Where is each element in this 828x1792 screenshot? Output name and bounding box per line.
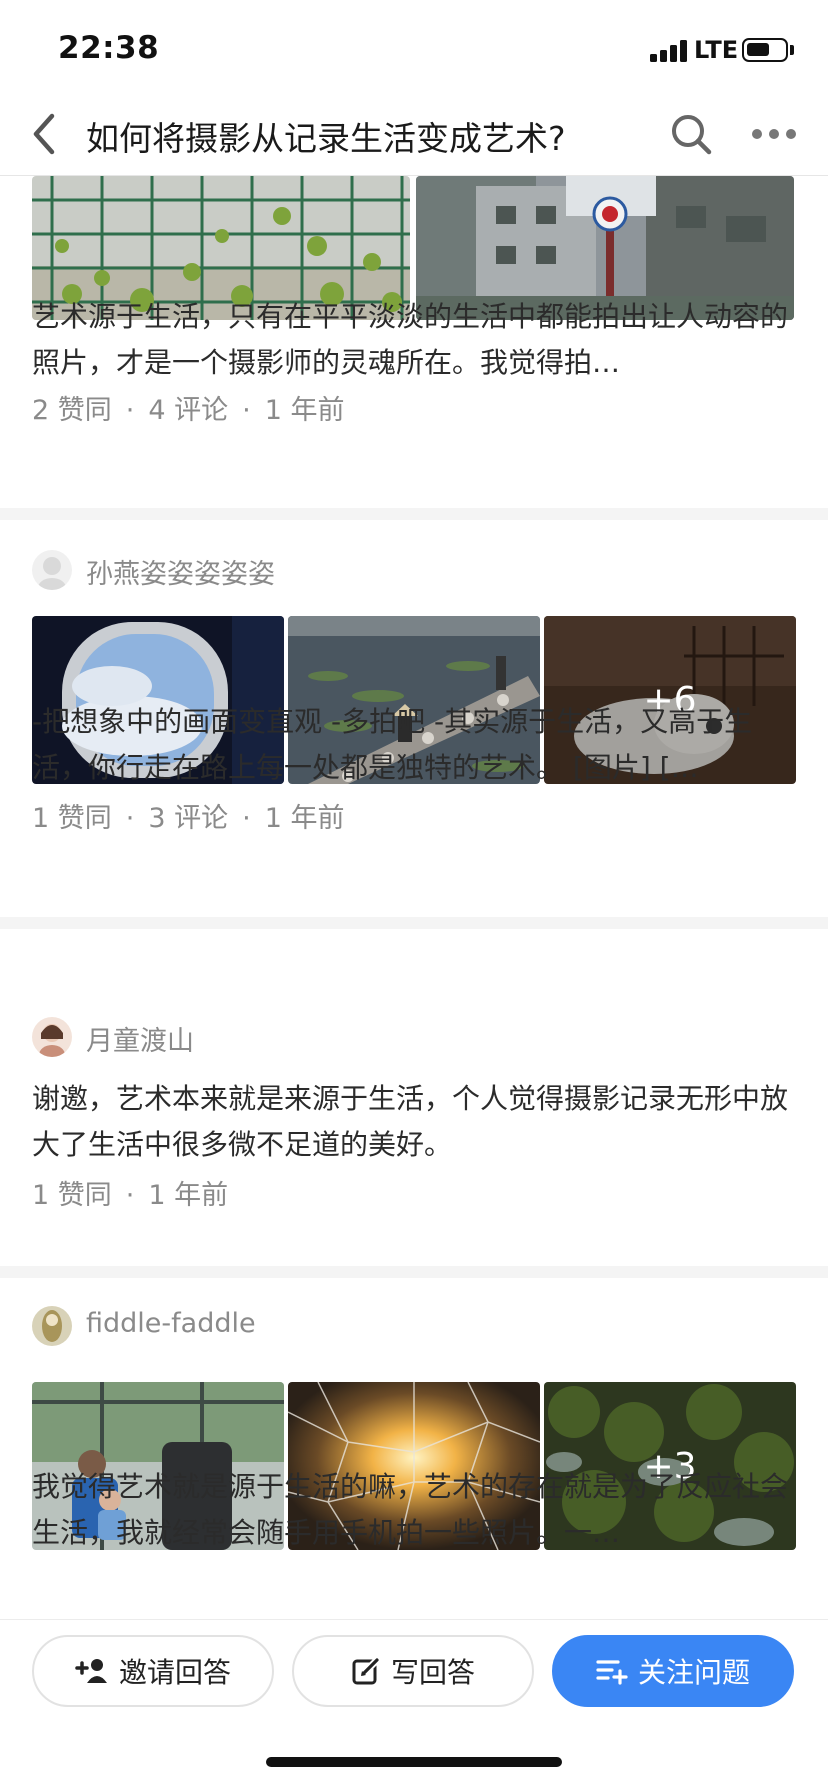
- follow-list-icon: [596, 1660, 628, 1685]
- answer-meta: 2 赞同 · 4 评论 · 1 年前: [32, 388, 344, 427]
- question-header: 如何将摄影从记录生活变成艺术?: [0, 98, 828, 176]
- avatar[interactable]: [32, 550, 72, 590]
- card-divider: [0, 917, 828, 929]
- meta-separator: ·: [125, 395, 135, 426]
- follow-question-button[interactable]: 关注问题: [552, 1635, 794, 1707]
- search-button[interactable]: [668, 111, 714, 157]
- answer-feed[interactable]: 艺术源于生活，只有在平平淡淡的生活中都能拍出让人动容的照片，才是一个摄影师的灵魂…: [0, 176, 828, 1619]
- upvote-count: 1 赞同: [32, 1180, 112, 1211]
- card-divider: [0, 508, 828, 520]
- answer-excerpt[interactable]: 谢邀，艺术本来就是来源于生活，个人觉得摄影记录无形中放大了生活中很多微不足道的美…: [32, 1076, 796, 1168]
- avatar[interactable]: [32, 1306, 72, 1346]
- search-icon: [672, 115, 712, 155]
- chevron-left-icon: [33, 113, 55, 155]
- answer-meta: 1 赞同 · 3 评论 · 1 年前: [32, 796, 344, 835]
- answer-time: 1 年前: [148, 1180, 229, 1211]
- author-name[interactable]: 月童渡山: [86, 1019, 194, 1058]
- comment-count[interactable]: 3 评论: [148, 803, 228, 834]
- meta-separator: ·: [242, 803, 251, 834]
- answer-time: 1 年前: [264, 803, 345, 834]
- home-indicator[interactable]: [266, 1757, 562, 1767]
- page-title: 如何将摄影从记录生活变成艺术?: [86, 119, 566, 158]
- answer-excerpt[interactable]: -把想象中的画面变直观 -多拍吧 -其实源于生活，又高于生活，你行走在路上每一处…: [32, 699, 796, 791]
- battery-cap: [790, 45, 794, 55]
- avatar[interactable]: [32, 1017, 72, 1057]
- battery-icon: [742, 38, 788, 62]
- signal-icon: [650, 38, 690, 62]
- answer-time: 1 年前: [264, 395, 345, 426]
- author-name[interactable]: fiddle-faddle: [86, 1308, 256, 1339]
- card-divider: [0, 1266, 828, 1278]
- edit-icon: [352, 1657, 380, 1685]
- comment-count[interactable]: 4 评论: [148, 395, 228, 426]
- meta-separator: ·: [242, 395, 251, 426]
- write-answer-button[interactable]: 写回答: [292, 1635, 534, 1707]
- status-bar: 22:38 LTE: [0, 0, 828, 98]
- answer-excerpt[interactable]: 艺术源于生活，只有在平平淡淡的生活中都能拍出让人动容的照片，才是一个摄影师的灵魂…: [32, 294, 796, 386]
- more-horizontal-icon: [752, 129, 796, 139]
- upvote-count: 2 赞同: [32, 395, 112, 426]
- back-button[interactable]: [26, 108, 66, 160]
- invite-answer-button[interactable]: 邀请回答: [32, 1635, 274, 1707]
- meta-separator: ·: [125, 1180, 135, 1211]
- write-answer-label: 写回答: [390, 1656, 475, 1689]
- follow-question-label: 关注问题: [637, 1656, 750, 1689]
- answer-excerpt[interactable]: 我觉得艺术就是源于生活的嘛，艺术的存在就是为了反应社会生活，我就经常会随手用手机…: [32, 1464, 796, 1556]
- author-name[interactable]: 孙燕姿姿姿姿姿: [86, 552, 275, 591]
- network-type: LTE: [694, 36, 739, 64]
- bottom-action-bar: 邀请回答 写回答 关注问题: [0, 1619, 828, 1792]
- more-button[interactable]: [750, 120, 798, 148]
- upvote-count: 1 赞同: [32, 803, 112, 834]
- status-time: 22:38: [58, 30, 160, 66]
- meta-separator: ·: [125, 803, 135, 834]
- add-person-icon: [75, 1659, 107, 1683]
- answer-meta: 1 赞同 · 1 年前: [32, 1173, 228, 1212]
- invite-answer-label: 邀请回答: [118, 1656, 231, 1689]
- battery-level: [747, 43, 769, 56]
